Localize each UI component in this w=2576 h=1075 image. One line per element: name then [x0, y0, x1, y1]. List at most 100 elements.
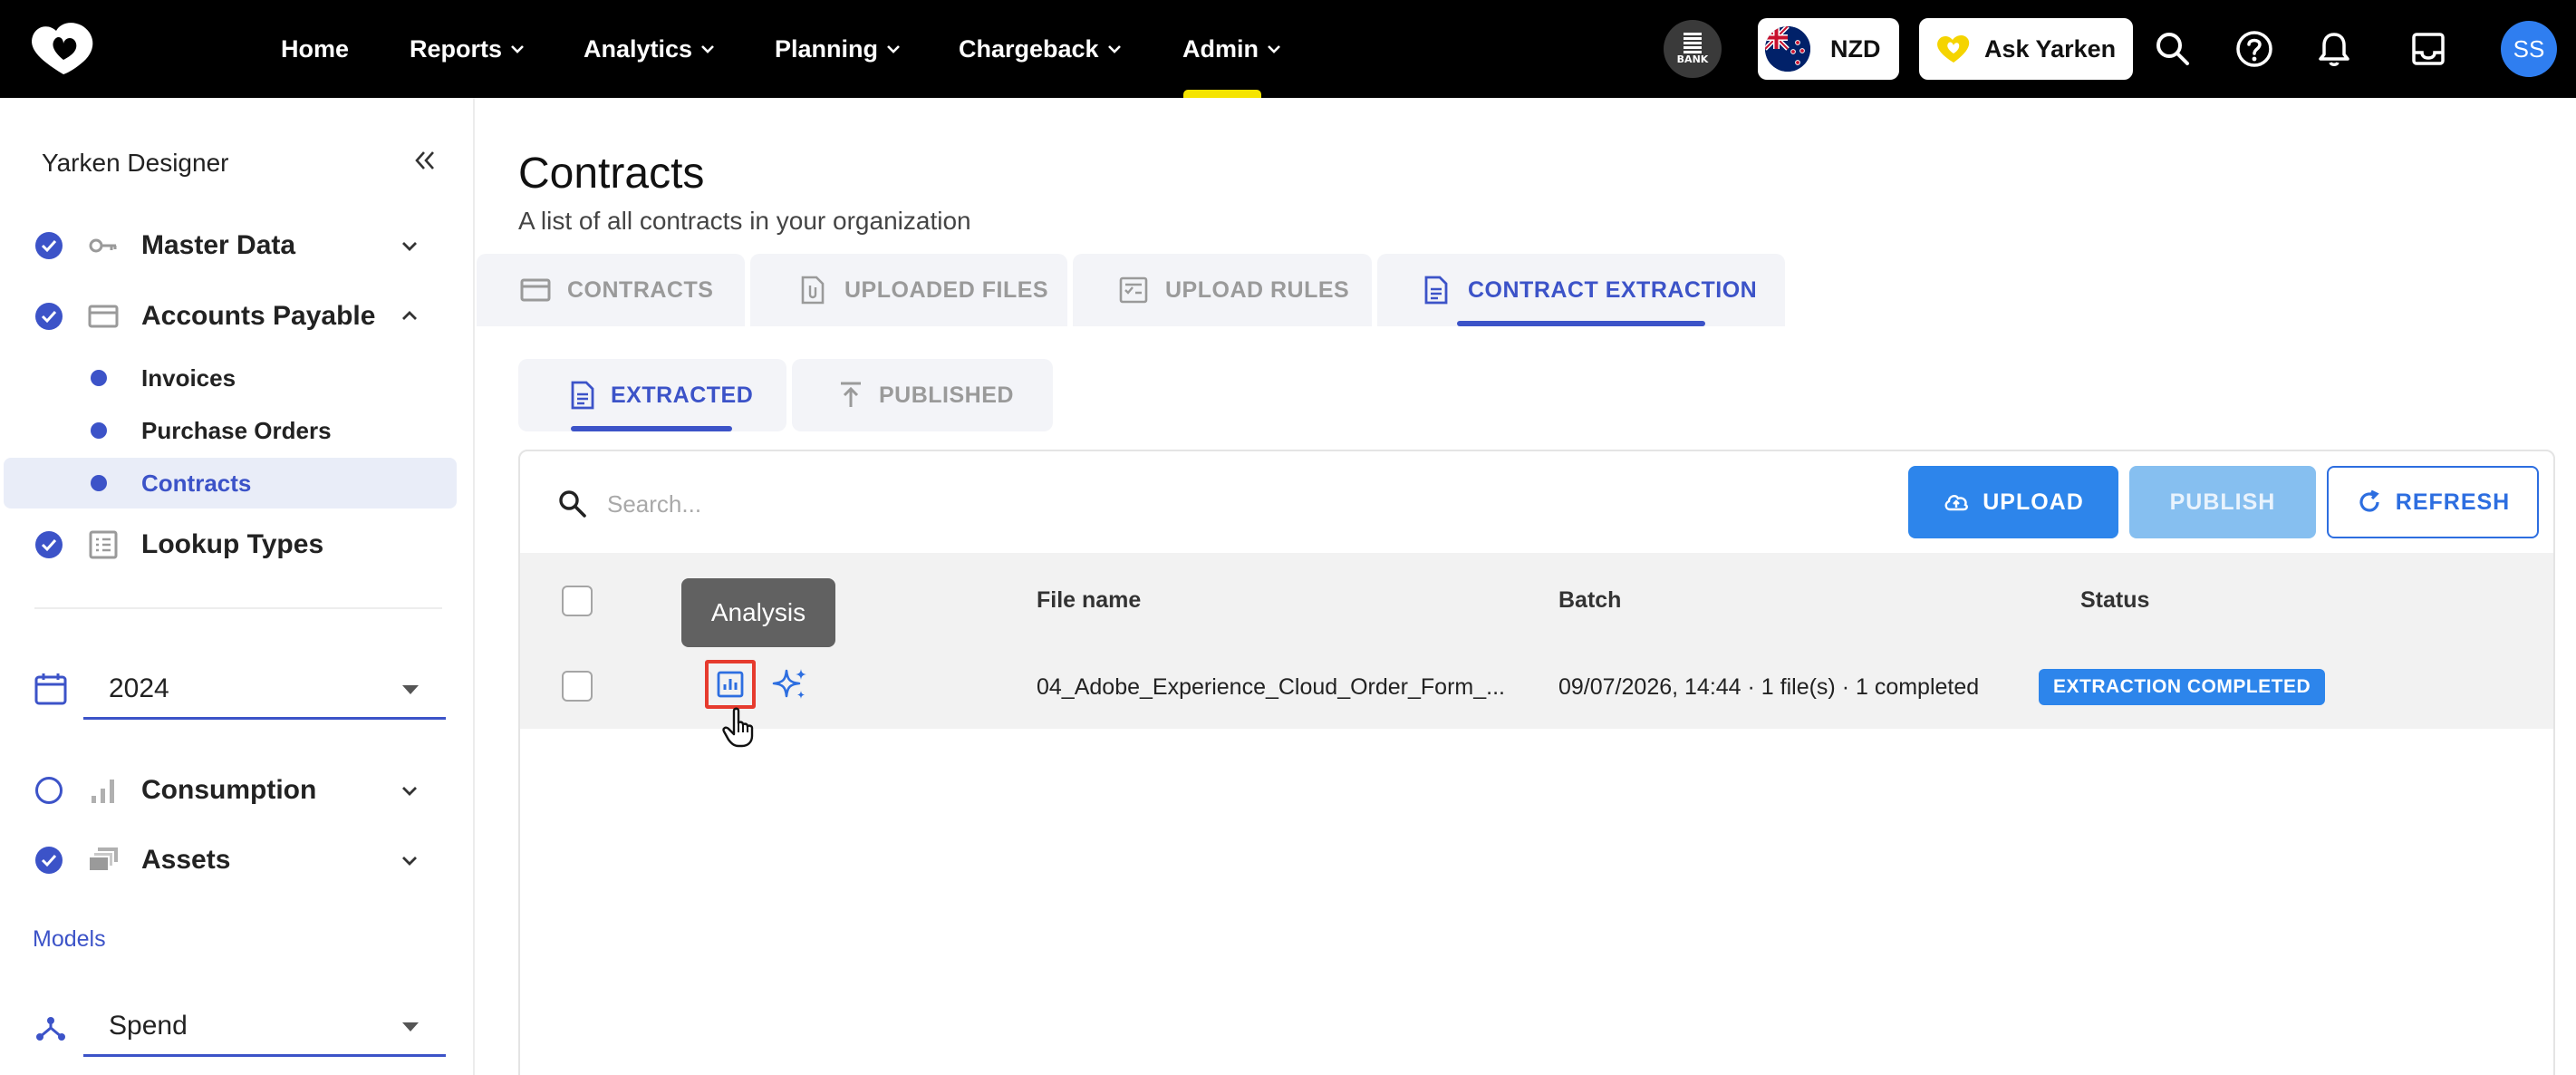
year-select[interactable]: 2024: [83, 660, 446, 720]
nav-reports[interactable]: Reports: [410, 0, 526, 98]
nav-planning[interactable]: Planning: [775, 0, 902, 98]
attachment-file-icon: [801, 276, 825, 305]
currency-code: NZD: [1830, 34, 1881, 63]
chevron-down-icon: [887, 45, 900, 53]
help-icon[interactable]: [2233, 27, 2276, 71]
nav-home[interactable]: Home: [281, 0, 349, 98]
sidebar-divider: [34, 607, 442, 609]
refresh-button[interactable]: REFRESH: [2327, 466, 2539, 538]
yarken-logo-icon[interactable]: [27, 20, 100, 78]
bank-icon: [1684, 33, 1702, 53]
tab-contracts[interactable]: CONTRACTS: [477, 254, 745, 326]
extracted-contracts-panel: UPLOAD PUBLISH REFRESH File name Batch S…: [518, 450, 2555, 1075]
cell-file-name: 04_Adobe_Experience_Cloud_Order_Form_...: [1037, 674, 1505, 700]
bullet-dot: [91, 370, 107, 386]
subtab-label: EXTRACTED: [611, 382, 754, 408]
page-subtitle: A list of all contracts in your organiza…: [518, 207, 971, 235]
bank-badge[interactable]: BANK: [1664, 20, 1722, 78]
nav-analytics-label: Analytics: [584, 34, 693, 63]
notifications-bell-icon[interactable]: [2312, 27, 2356, 71]
column-header-status[interactable]: Status: [2080, 587, 2149, 614]
sidebar-item-assets[interactable]: Assets: [0, 834, 475, 886]
refresh-button-label: REFRESH: [2395, 489, 2511, 515]
sidebar-item-accounts-payable[interactable]: Accounts Payable: [0, 290, 475, 343]
models-section-label: Models: [33, 926, 106, 952]
cell-batch: 09/07/2026, 14:44 · 1 file(s) · 1 comple…: [1558, 674, 1980, 700]
publish-button-label: PUBLISH: [2169, 489, 2276, 515]
check-circle-icon: [35, 232, 63, 259]
document-icon: [571, 381, 594, 410]
check-circle-icon: [35, 531, 63, 558]
chevron-down-icon: [402, 787, 417, 796]
search-icon[interactable]: [2151, 27, 2195, 71]
analysis-chart-icon: [717, 671, 744, 698]
select-all-checkbox[interactable]: [562, 586, 593, 616]
tab-label: CONTRACT EXTRACTION: [1468, 276, 1758, 303]
nav-admin-label: Admin: [1182, 34, 1259, 63]
nav-planning-label: Planning: [775, 34, 878, 63]
upload-button-label: UPLOAD: [1983, 489, 2084, 515]
nav-home-label: Home: [281, 34, 350, 63]
sidebar-item-label: Assets: [141, 845, 231, 875]
sidebar-item-label: Lookup Types: [141, 529, 324, 559]
nav-chargeback[interactable]: Chargeback: [959, 0, 1123, 98]
subtab-published[interactable]: PUBLISHED: [792, 359, 1053, 431]
chevron-down-icon: [1107, 45, 1121, 53]
ask-yarken-button[interactable]: Ask Yarken: [1919, 18, 2133, 80]
stacked-cards-icon: [88, 847, 118, 872]
tab-label: CONTRACTS: [567, 276, 714, 303]
top-navigation-bar: Home Reports Analytics Planning Chargeba…: [0, 0, 2576, 98]
page-title: Contracts: [518, 150, 705, 198]
sidebar-item-consumption[interactable]: Consumption: [0, 764, 475, 817]
sidebar-subitem-invoices[interactable]: Invoices: [4, 353, 457, 403]
sidebar: Yarken Designer Master Data Accounts Pay…: [0, 98, 475, 1075]
subtab-extracted[interactable]: EXTRACTED: [518, 359, 786, 431]
collapse-sidebar-icon[interactable]: [411, 147, 439, 174]
tab-contract-extraction[interactable]: CONTRACT EXTRACTION: [1377, 254, 1785, 326]
sidebar-item-master-data[interactable]: Master Data: [0, 219, 475, 272]
sidebar-subitem-contracts[interactable]: Contracts: [4, 458, 457, 508]
refresh-icon: [2359, 489, 2379, 512]
column-header-file-name[interactable]: File name: [1037, 587, 1141, 614]
currency-selector[interactable]: NZD: [1758, 18, 1899, 80]
model-graph-icon: [36, 1017, 65, 1041]
model-select[interactable]: Spend: [83, 997, 446, 1057]
hand-pointer-cursor-icon: [722, 707, 754, 748]
document-icon: [1424, 276, 1448, 305]
nav-admin[interactable]: Admin: [1182, 0, 1282, 98]
sidebar-subitem-purchase-orders[interactable]: Purchase Orders: [4, 405, 457, 456]
ai-sparkle-icon[interactable]: [770, 665, 810, 705]
rules-checklist-icon: [1119, 276, 1148, 304]
chevron-down-icon: [402, 857, 417, 866]
tab-upload-rules[interactable]: UPLOAD RULES: [1073, 254, 1372, 326]
search-icon: [559, 490, 586, 518]
analysis-button[interactable]: [705, 660, 756, 709]
tab-label: UPLOAD RULES: [1165, 276, 1350, 303]
row-checkbox[interactable]: [562, 671, 593, 702]
list-icon: [89, 530, 118, 559]
nav-analytics[interactable]: Analytics: [584, 0, 716, 98]
tab-label: UPLOADED FILES: [844, 276, 1049, 303]
tab-uploaded-files[interactable]: UPLOADED FILES: [750, 254, 1067, 326]
column-header-batch[interactable]: Batch: [1558, 587, 1621, 614]
inbox-icon[interactable]: [2407, 27, 2450, 71]
chevron-down-icon: [701, 45, 714, 53]
search-input[interactable]: [607, 477, 1241, 531]
user-avatar[interactable]: SS: [2501, 21, 2557, 77]
publish-button[interactable]: PUBLISH: [2129, 466, 2316, 538]
chevron-down-icon: [402, 242, 417, 251]
sidebar-item-lookup-types[interactable]: Lookup Types: [0, 518, 475, 571]
empty-circle-icon: [35, 777, 63, 804]
caret-down-icon: [402, 1022, 419, 1031]
publish-upload-icon: [841, 382, 861, 407]
credit-card-icon: [88, 305, 119, 328]
model-select-value: Spend: [109, 1010, 188, 1041]
status-badge: EXTRACTION COMPLETED: [2039, 669, 2326, 705]
sidebar-item-label: Consumption: [141, 775, 317, 805]
table-row: 04_Adobe_Experience_Cloud_Order_Form_...…: [520, 647, 2553, 729]
chevron-down-icon: [1268, 45, 1280, 53]
upload-button[interactable]: UPLOAD: [1908, 466, 2118, 538]
active-subtab-indicator: [571, 426, 732, 431]
active-tab-indicator: [1457, 321, 1705, 326]
nz-flag-icon: [1765, 26, 1810, 72]
